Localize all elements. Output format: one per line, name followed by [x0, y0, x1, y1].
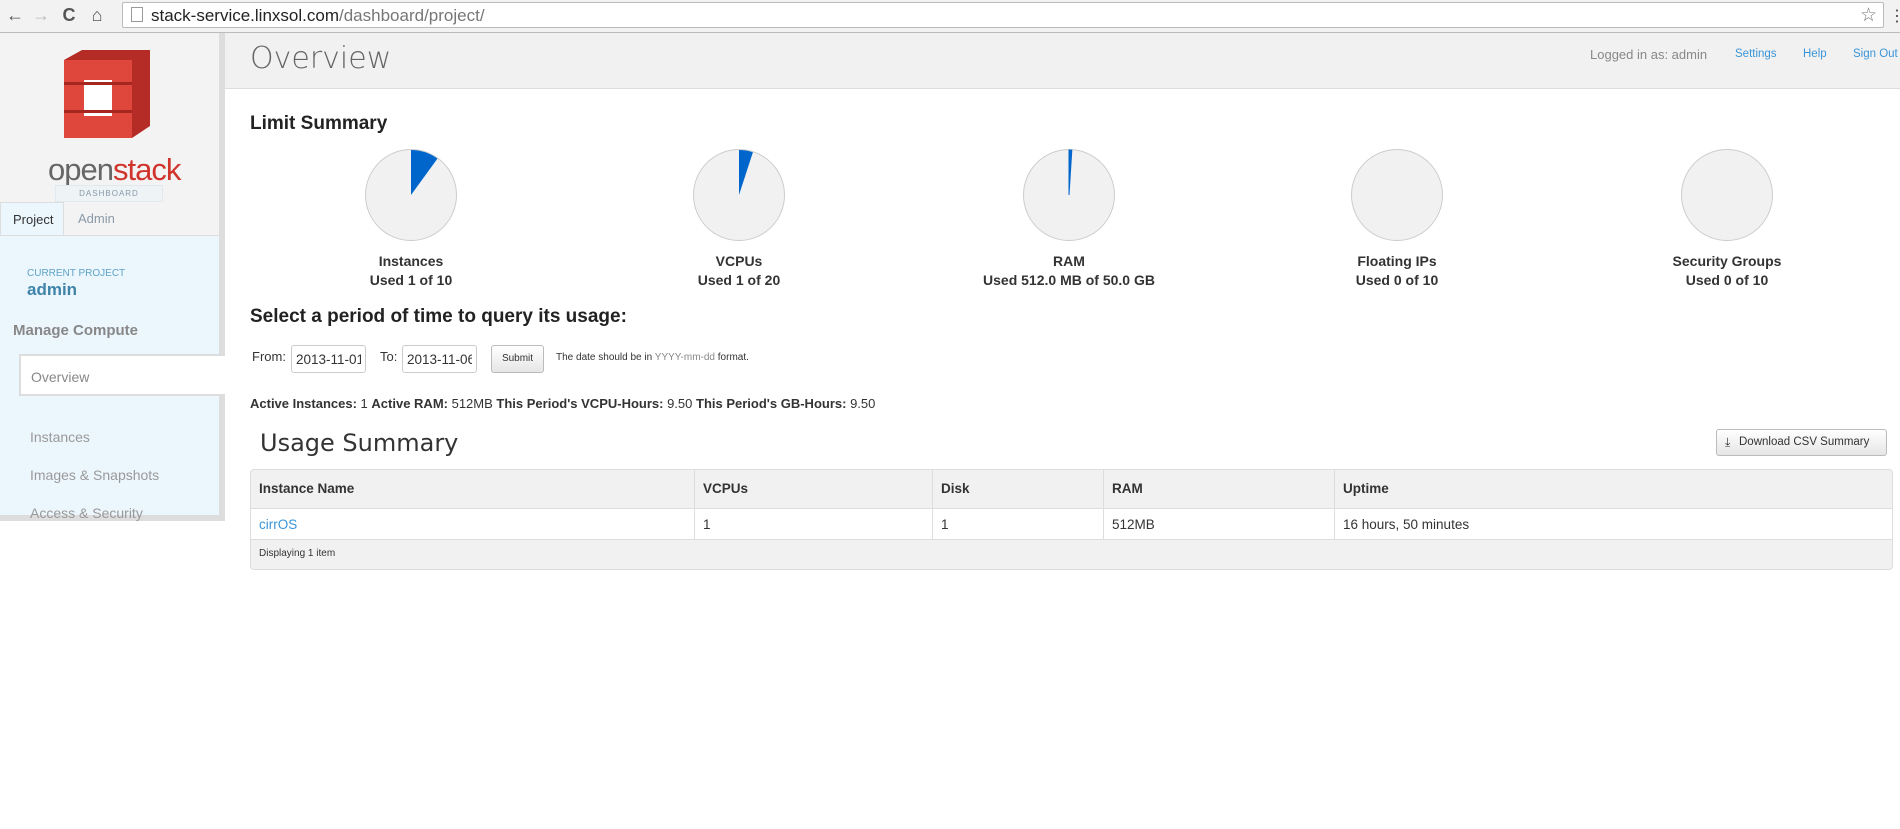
tab-project[interactable]: Project [0, 202, 64, 235]
table-header: Instance Name VCPUs Disk RAM Uptime [251, 470, 1892, 508]
table-row: cirrOS 1 1 512MB 16 hours, 50 minutes [251, 508, 1892, 540]
limit-name: Instances [378, 253, 444, 269]
table-footer: Displaying 1 item [259, 548, 336, 559]
sidebar: openstack DASHBOARD Project Admin CURREN… [0, 33, 225, 521]
help-link[interactable]: Help [1803, 48, 1827, 60]
bookmark-star-icon[interactable]: ☆ [1860, 4, 1877, 27]
openstack-wordmark: openstack [48, 152, 181, 187]
page-title: Overview [250, 41, 392, 76]
limit-name: Floating IPs [1357, 253, 1437, 269]
home-icon[interactable]: ⌂ [86, 5, 108, 26]
vcpus-pie [693, 149, 785, 241]
floating-ips-limit-label: Floating IPs Used 0 of 10 [1257, 252, 1537, 290]
pie-background [1351, 149, 1443, 241]
table-cell: 512MB [1103, 509, 1163, 539]
sidebar-item-images-snapshots[interactable]: Images & Snapshots [30, 467, 159, 483]
limit-usage: Used 1 of 10 [369, 272, 453, 288]
column-header[interactable]: Instance Name [251, 470, 362, 508]
column-header[interactable]: VCPUs [694, 470, 756, 508]
ram-pie [1023, 149, 1115, 241]
limit-name: Security Groups [1672, 253, 1782, 269]
limit-usage: Used 512.0 MB of 50.0 GB [983, 272, 1155, 288]
from-date-input[interactable] [291, 345, 366, 373]
limit-summary-title: Limit Summary [250, 113, 388, 134]
to-label: To: [380, 349, 398, 364]
pie-background [1681, 149, 1773, 241]
date-format-hint: The date should be in YYYY-mm-dd format. [556, 352, 749, 363]
usage-table: Instance Name VCPUs Disk RAM Uptime cirr… [250, 469, 1893, 570]
url-text: stack-service.linxsol.com/dashboard/proj… [151, 6, 485, 25]
instances-pie [365, 149, 457, 241]
instances-limit-label: Instances Used 1 of 10 [271, 252, 551, 290]
limit-usage: Used 0 of 10 [1685, 272, 1769, 288]
sidebar-item-instances[interactable]: Instances [30, 429, 90, 445]
security-groups-limit-label: Security Groups Used 0 of 10 [1587, 252, 1867, 290]
sidebar-item-access-security[interactable]: Access & Security [30, 505, 143, 521]
tab-admin[interactable]: Admin [66, 202, 127, 235]
submit-button[interactable]: Submit [491, 345, 544, 373]
reload-icon[interactable]: C [58, 5, 80, 26]
current-project-label: CURRENT PROJECT [27, 268, 126, 279]
settings-link[interactable]: Settings [1735, 48, 1777, 60]
security-groups-pie [1681, 149, 1773, 241]
usage-summary-title: Usage Summary [260, 429, 459, 457]
page-icon [131, 7, 143, 22]
floating-ips-pie [1351, 149, 1443, 241]
dashboard-label: DASHBOARD [55, 185, 163, 202]
period-title: Select a period of time to query its usa… [250, 306, 627, 327]
sidebar-item-overview[interactable]: Overview [19, 354, 225, 396]
limit-name: RAM [1053, 253, 1085, 269]
column-header[interactable]: RAM [1103, 470, 1151, 508]
back-icon[interactable]: ← [4, 5, 26, 26]
from-label: From: [252, 349, 286, 364]
table-cell: 1 [932, 509, 957, 539]
address-bar[interactable]: stack-service.linxsol.com/dashboard/proj… [122, 2, 1884, 28]
download-csv-button[interactable]: ⤓ Download CSV Summary [1716, 429, 1887, 456]
instance-link[interactable]: cirrOS [259, 517, 297, 532]
browser-menu-icon[interactable]: ⋮ [1889, 6, 1900, 26]
page-header: Overview Logged in as: admin Settings He… [225, 33, 1900, 89]
current-project-name[interactable]: admin [27, 280, 77, 300]
forward-icon[interactable]: → [30, 5, 52, 26]
limit-usage: Used 0 of 10 [1355, 272, 1439, 288]
column-header[interactable]: Disk [932, 470, 978, 508]
section-heading: Manage Compute [13, 322, 139, 339]
ram-limit-label: RAM Used 512.0 MB of 50.0 GB [929, 252, 1209, 290]
limit-name: VCPUs [715, 253, 763, 269]
vcpus-limit-label: VCPUs Used 1 of 20 [599, 252, 879, 290]
browser-toolbar: ← → C ⌂ stack-service.linxsol.com/dashbo… [0, 0, 1900, 33]
limit-usage: Used 1 of 20 [697, 272, 781, 288]
table-cell: 16 hours, 50 minutes [1334, 509, 1477, 539]
table-cell: 1 [694, 509, 719, 539]
sign-out-link[interactable]: Sign Out [1853, 48, 1898, 60]
logged-in-text: Logged in as: admin [1590, 47, 1708, 62]
usage-stats: Active Instances: 1 Active RAM: 512MB Th… [250, 396, 876, 411]
download-icon: ⤓ [1725, 435, 1731, 449]
openstack-logo [64, 50, 150, 138]
column-header[interactable]: Uptime [1334, 470, 1397, 508]
to-date-input[interactable] [402, 345, 477, 373]
project-panel: CURRENT PROJECT admin Manage Compute Ove… [0, 235, 225, 521]
